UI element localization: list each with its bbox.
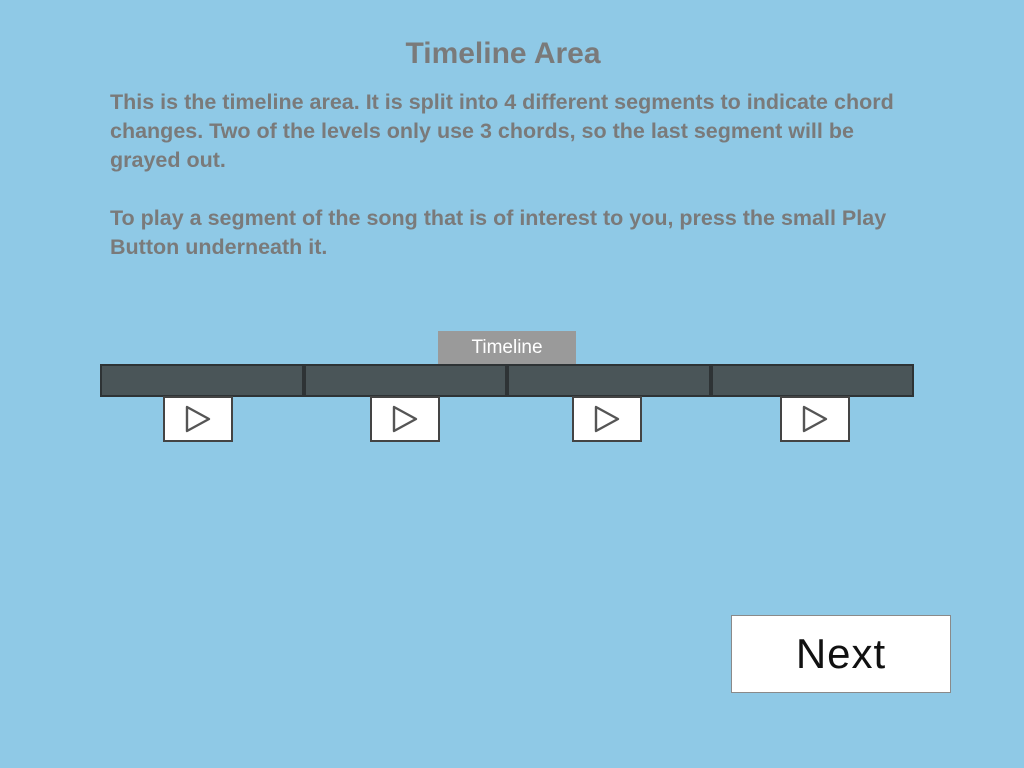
page-title: Timeline Area [405,37,601,70]
description-paragraph-1: This is the timeline area. It is split i… [110,90,894,172]
play-icon [802,405,828,433]
timeline-segment-3 [509,366,709,395]
timeline-segment-4 [712,366,912,395]
segment-2-play-button[interactable] [370,396,440,442]
segment-1-play-button[interactable] [163,396,233,442]
next-button[interactable]: Next [731,615,951,693]
play-icon [392,405,418,433]
timeline-label: Timeline [438,331,576,364]
play-icon [185,405,211,433]
play-icon [594,405,620,433]
description-paragraph-2: To play a segment of the song that is of… [110,206,887,259]
segment-3-play-button[interactable] [572,396,642,442]
timeline-segment-1 [102,366,302,395]
timeline-segment-2 [305,366,505,395]
timeline-bar [100,364,914,397]
description: This is the timeline area. It is split i… [110,88,910,262]
segment-4-play-button[interactable] [780,396,850,442]
